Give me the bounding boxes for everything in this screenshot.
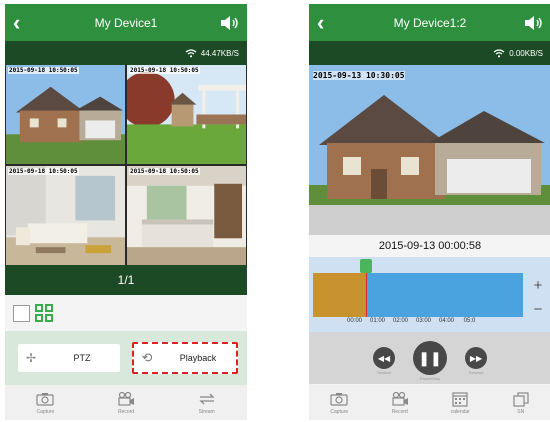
capture-tab[interactable]: Capture bbox=[309, 385, 370, 420]
forward-button[interactable]: ▶▶ Forward bbox=[465, 347, 487, 375]
camera-timestamp: 2015-09-18 10:50:05 bbox=[129, 168, 200, 175]
control-label: Pause/Stop bbox=[419, 376, 441, 381]
house-exterior-image bbox=[309, 65, 550, 235]
calendar-tab[interactable]: calendar bbox=[430, 385, 491, 420]
back-arrow-icon[interactable]: ‹ bbox=[317, 11, 337, 34]
timeline-marker[interactable] bbox=[359, 259, 372, 276]
video-timestamp: 2015-09-13 10:30:05 bbox=[313, 71, 405, 80]
rewind-button[interactable]: ◀◀ Rewind bbox=[373, 347, 395, 375]
record-tab[interactable]: Record bbox=[370, 385, 431, 420]
zoom-out-button[interactable]: − bbox=[531, 301, 545, 318]
tab-label: Capture bbox=[330, 408, 349, 415]
time-tick: 03:00 bbox=[415, 318, 431, 324]
pause-button[interactable]: ❚❚ Pause/Stop bbox=[413, 341, 447, 381]
video-record-icon bbox=[392, 391, 408, 406]
time-tick: 01:00 bbox=[369, 318, 385, 324]
layout-selector bbox=[5, 295, 247, 331]
camera-tile[interactable]: 2015-09-18 10:50:05 bbox=[6, 65, 125, 164]
quad-view-layout-icon[interactable] bbox=[35, 304, 53, 322]
speaker-icon[interactable] bbox=[523, 15, 543, 31]
camera-icon bbox=[330, 392, 348, 406]
live-view-screen: ‹ My Device1 44.47KB/S 2015-09-18 10:50:… bbox=[5, 4, 247, 420]
timeline[interactable]: + − 00:00 01:00 02:00 03:00 04:00 05:0 bbox=[309, 257, 550, 332]
recorded-segment bbox=[313, 273, 366, 317]
time-tick: 05:0 bbox=[463, 318, 476, 324]
ptz-label: PTZ bbox=[73, 353, 91, 363]
playhead-line bbox=[365, 273, 367, 317]
copy-icon bbox=[513, 391, 529, 407]
tab-label: calendar bbox=[450, 408, 470, 415]
playback-video[interactable]: 2015-09-13 10:30:05 bbox=[309, 65, 550, 235]
playback-controls: ◀◀ Rewind ❚❚ Pause/Stop ▶▶ Forward bbox=[309, 332, 550, 384]
zoom-in-button[interactable]: + bbox=[531, 277, 545, 294]
camera-grid: 2015-09-18 10:50:05 2015-09-18 10:50:05 bbox=[5, 65, 247, 265]
network-speed-bar: 0.00KB/S bbox=[309, 41, 550, 65]
single-view-layout-icon[interactable] bbox=[13, 304, 30, 322]
tab-label: Record bbox=[391, 408, 408, 415]
network-speed: 44.47KB/S bbox=[200, 48, 239, 58]
header-bar: ‹ My Device1:2 bbox=[309, 4, 550, 41]
record-tab[interactable]: Record bbox=[86, 385, 167, 420]
bottom-toolbar: Capture Record Stream bbox=[5, 385, 247, 420]
page-indicator: 1/1 bbox=[117, 273, 135, 287]
stream-tab[interactable]: Stream bbox=[166, 385, 247, 420]
camera-timestamp: 2015-09-18 10:50:05 bbox=[8, 168, 79, 175]
wifi-icon bbox=[185, 49, 197, 58]
device-title: My Device1 bbox=[94, 15, 158, 30]
bottom-toolbar: Capture Record calendar SN bbox=[309, 385, 550, 420]
tab-label: Capture bbox=[36, 408, 55, 415]
playback-label: Playback bbox=[179, 353, 217, 363]
tab-label: Stream bbox=[198, 408, 215, 415]
house-exterior-image bbox=[6, 65, 125, 164]
timeline-labels: 00:00 01:00 02:00 03:00 04:00 05:0 bbox=[343, 318, 543, 324]
stream-swap-icon bbox=[199, 393, 215, 404]
playback-time: 2015-09-13 00:00:58 bbox=[378, 240, 482, 252]
control-label: Forward bbox=[468, 370, 484, 375]
calendar-icon bbox=[452, 391, 468, 407]
control-panel: ✢ PTZ ⟲ Playback bbox=[5, 331, 247, 385]
device-title: My Device1:2 bbox=[393, 15, 467, 30]
capture-tab[interactable]: Capture bbox=[5, 385, 86, 420]
playback-button[interactable]: ⟲ Playback bbox=[132, 342, 238, 374]
network-speed: 0.00KB/S bbox=[509, 48, 543, 58]
network-speed-bar: 44.47KB/S bbox=[5, 41, 247, 65]
rewind-icon: ◀◀ bbox=[377, 353, 391, 363]
camera-timestamp: 2015-09-18 10:50:05 bbox=[129, 67, 200, 74]
wifi-icon bbox=[493, 49, 505, 58]
kitchen-image bbox=[127, 166, 246, 265]
time-tick: 00:00 bbox=[346, 318, 362, 324]
time-tick: 02:00 bbox=[392, 318, 408, 324]
tab-label: Record bbox=[117, 408, 135, 415]
header-bar: ‹ My Device1 bbox=[5, 4, 247, 41]
camera-timestamp: 2015-09-18 10:50:05 bbox=[8, 67, 79, 74]
pause-icon: ❚❚ bbox=[418, 349, 442, 366]
playback-datetime: 2015-09-13 00:00:58 bbox=[309, 235, 550, 257]
page-indicator-bar: 1/1 bbox=[5, 265, 247, 295]
sn-tab[interactable]: SN bbox=[491, 385, 550, 420]
camera-tile[interactable]: 2015-09-18 10:50:05 bbox=[127, 166, 246, 265]
camera-tile[interactable]: 2015-09-18 10:50:05 bbox=[127, 65, 246, 164]
back-arrow-icon[interactable]: ‹ bbox=[13, 11, 33, 34]
speaker-icon[interactable] bbox=[219, 15, 239, 31]
playback-screen: ‹ My Device1:2 0.00KB/S 2015-09-13 10:30 bbox=[309, 4, 550, 420]
control-label: Rewind bbox=[377, 370, 391, 375]
fast-forward-icon: ▶▶ bbox=[469, 353, 483, 363]
camera-tile[interactable]: 2015-09-18 10:50:05 bbox=[6, 166, 125, 265]
living-room-image bbox=[6, 166, 125, 265]
timeline-track[interactable] bbox=[313, 273, 523, 317]
camera-icon bbox=[36, 392, 54, 406]
tab-label: SN bbox=[517, 408, 525, 415]
history-clock-icon: ⟲ bbox=[141, 350, 153, 365]
ptz-directional-icon: ✢ bbox=[25, 351, 37, 365]
ptz-button[interactable]: ✢ PTZ bbox=[18, 344, 120, 372]
video-record-icon bbox=[118, 391, 134, 406]
backyard-image bbox=[127, 65, 246, 164]
time-tick: 04:00 bbox=[438, 318, 454, 324]
